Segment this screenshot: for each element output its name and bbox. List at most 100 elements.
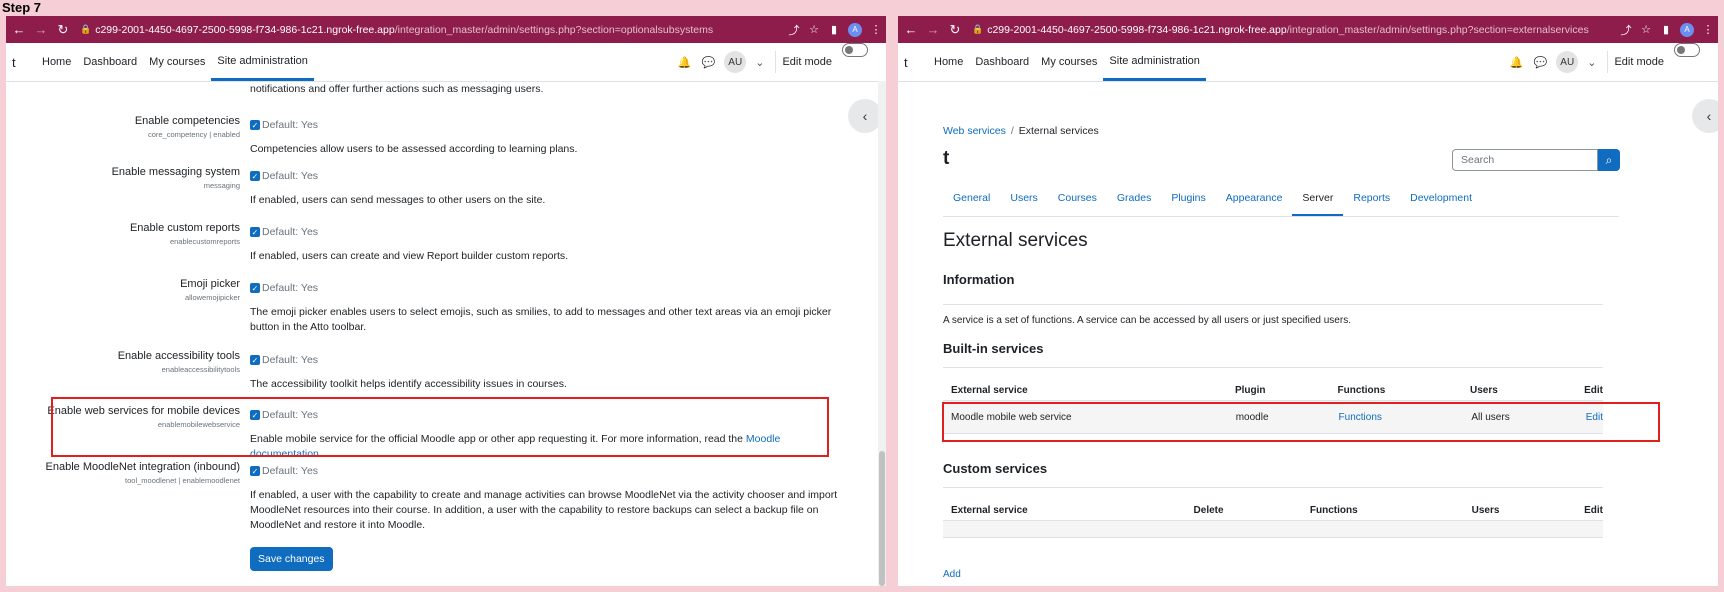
tab-reports[interactable]: Reports — [1343, 182, 1400, 214]
share-icon[interactable]: ⤴ — [784, 22, 804, 38]
tab-grades[interactable]: Grades — [1107, 182, 1161, 214]
chat-icon[interactable]: 💬 — [697, 43, 721, 81]
edit-mode-toggle[interactable] — [1674, 43, 1700, 57]
tab-appearance[interactable]: Appearance — [1216, 182, 1293, 214]
site-brand[interactable]: t — [12, 43, 36, 81]
bookmark-star-icon[interactable]: ☆ — [804, 23, 824, 36]
chevron-down-icon[interactable]: ⌄ — [750, 43, 769, 81]
nav-home[interactable]: Home — [36, 43, 77, 81]
search-icon[interactable]: ⌕ — [1598, 149, 1620, 171]
breadcrumb: Web services / External services — [943, 125, 1099, 137]
setting-label: Enable accessibility tools — [117, 350, 240, 362]
tab-general[interactable]: General — [943, 182, 1000, 214]
setting-label: Enable custom reports — [129, 222, 240, 234]
back-icon[interactable]: ← — [902, 22, 920, 37]
setting-key: allowemojipicker — [184, 293, 240, 302]
bookmark-star-icon[interactable]: ☆ — [1636, 23, 1656, 36]
sidebar-icon[interactable]: ▮ — [824, 23, 844, 36]
checkbox-checked-icon[interactable]: ✓ — [250, 355, 260, 365]
browser-toolbar: ← → ↻ 🔒 c299-2001-4450-4697-2500-5998-f7… — [898, 16, 1718, 43]
tab-plugins[interactable]: Plugins — [1161, 182, 1215, 214]
setting-description: If enabled, a user with the capability t… — [250, 489, 838, 531]
address-bar[interactable]: c299-2001-4450-4697-2500-5998-f734-986-1… — [95, 24, 784, 36]
nav-home[interactable]: Home — [928, 43, 969, 81]
setting-description: If enabled, users can send messages to o… — [250, 194, 546, 206]
user-avatar[interactable]: AU — [1556, 51, 1579, 73]
setting-description: If enabled, users can create and view Re… — [250, 250, 569, 262]
scrollbar-thumb[interactable] — [879, 451, 885, 586]
setting-label: Enable competencies — [134, 115, 240, 127]
profile-avatar-icon[interactable]: A — [848, 22, 862, 37]
back-icon[interactable]: ← — [10, 22, 28, 37]
breadcrumb-current: External services — [1018, 125, 1099, 137]
reload-icon[interactable]: ↻ — [54, 22, 72, 38]
tab-courses[interactable]: Courses — [1048, 182, 1107, 214]
menu-kebab-icon[interactable]: ⋮ — [1698, 23, 1718, 36]
setting-key: tool_moodlenet | enablemoodlenet — [125, 476, 240, 485]
setting-key: enableaccessibilitytools — [161, 365, 240, 374]
left-browser-window: ← → ↻ 🔒 c299-2001-4450-4697-2500-5998-f7… — [6, 16, 886, 586]
moodle-navbar: t Home Dashboard My courses Site adminis… — [6, 43, 886, 82]
nav-site-administration[interactable]: Site administration — [211, 43, 314, 81]
right-browser-window: ← → ↻ 🔒 c299-2001-4450-4697-2500-5998-f7… — [898, 16, 1718, 586]
edit-mode-label: Edit mode — [1614, 56, 1664, 68]
user-avatar[interactable]: AU — [724, 51, 747, 73]
site-brand[interactable]: t — [904, 43, 928, 81]
edit-mode-toggle[interactable] — [842, 43, 868, 57]
forward-icon[interactable]: → — [924, 22, 942, 37]
setting-default[interactable]: ✓ Default: Yes — [250, 354, 318, 366]
share-icon[interactable]: ⤴ — [1616, 22, 1636, 38]
breadcrumb-web-services[interactable]: Web services — [943, 125, 1006, 137]
chat-icon[interactable]: 💬 — [1529, 43, 1553, 81]
lock-icon: 🔒 — [80, 24, 92, 34]
table-header: External service Plugin Functions Users … — [951, 385, 1604, 396]
info-text: A service is a set of functions. A servi… — [943, 304, 1603, 326]
sidebar-icon[interactable]: ▮ — [1656, 23, 1676, 36]
setting-default[interactable]: ✓ Default: Yes — [250, 465, 318, 477]
tab-users[interactable]: Users — [1000, 182, 1047, 214]
nav-dashboard[interactable]: Dashboard — [77, 43, 143, 81]
profile-avatar-icon[interactable]: A — [1680, 22, 1694, 37]
highlight-box — [51, 397, 829, 457]
table-row-empty — [943, 520, 1603, 538]
setting-label: Enable messaging system — [111, 166, 240, 178]
checkbox-checked-icon[interactable]: ✓ — [250, 171, 260, 181]
forward-icon[interactable]: → — [32, 22, 50, 37]
chevron-left-icon[interactable]: ‹ — [1692, 99, 1718, 133]
setting-default[interactable]: ✓ Default: Yes — [250, 226, 318, 238]
checkbox-checked-icon[interactable]: ✓ — [250, 120, 260, 130]
nav-dashboard[interactable]: Dashboard — [969, 43, 1035, 81]
site-title: t — [943, 148, 950, 169]
checkbox-checked-icon[interactable]: ✓ — [250, 227, 260, 237]
address-bar[interactable]: c299-2001-4450-4697-2500-5998-f734-986-1… — [987, 24, 1616, 36]
setting-default[interactable]: ✓ Default: Yes — [250, 170, 318, 182]
bell-icon[interactable]: 🔔 — [1505, 43, 1529, 81]
nav-my-courses[interactable]: My courses — [1035, 43, 1103, 81]
checkbox-checked-icon[interactable]: ✓ — [250, 466, 260, 476]
custom-heading: Custom services — [943, 461, 1048, 476]
nav-site-administration[interactable]: Site administration — [1103, 43, 1206, 81]
save-changes-button[interactable]: Save changes — [250, 547, 333, 571]
checkbox-checked-icon[interactable]: ✓ — [250, 283, 260, 293]
lock-icon: 🔒 — [972, 24, 984, 34]
chevron-left-icon[interactable]: ‹ — [848, 99, 882, 133]
highlight-box — [942, 402, 1660, 442]
search-input[interactable]: Search — [1452, 149, 1598, 171]
setting-description: Competencies allow users to be assessed … — [250, 143, 578, 155]
tab-server[interactable]: Server — [1292, 182, 1344, 216]
menu-kebab-icon[interactable]: ⋮ — [866, 23, 886, 36]
intro-text: notifications and offer further actions … — [250, 83, 544, 95]
setting-default[interactable]: ✓ Default: Yes — [250, 282, 318, 294]
bell-icon[interactable]: 🔔 — [673, 43, 697, 81]
admin-tabs: General Users Courses Grades Plugins App… — [943, 182, 1619, 217]
moodle-navbar: t Home Dashboard My courses Site adminis… — [898, 43, 1718, 82]
setting-key: core_competency | enabled — [147, 130, 240, 139]
tab-development[interactable]: Development — [1400, 182, 1482, 214]
reload-icon[interactable]: ↻ — [946, 22, 964, 38]
chevron-down-icon[interactable]: ⌄ — [1582, 43, 1601, 81]
setting-key: enablecustomreports — [169, 237, 240, 246]
nav-my-courses[interactable]: My courses — [143, 43, 211, 81]
add-link[interactable]: Add — [943, 569, 961, 580]
setting-default[interactable]: ✓ Default: Yes — [250, 119, 318, 131]
setting-key: messaging — [203, 181, 240, 190]
